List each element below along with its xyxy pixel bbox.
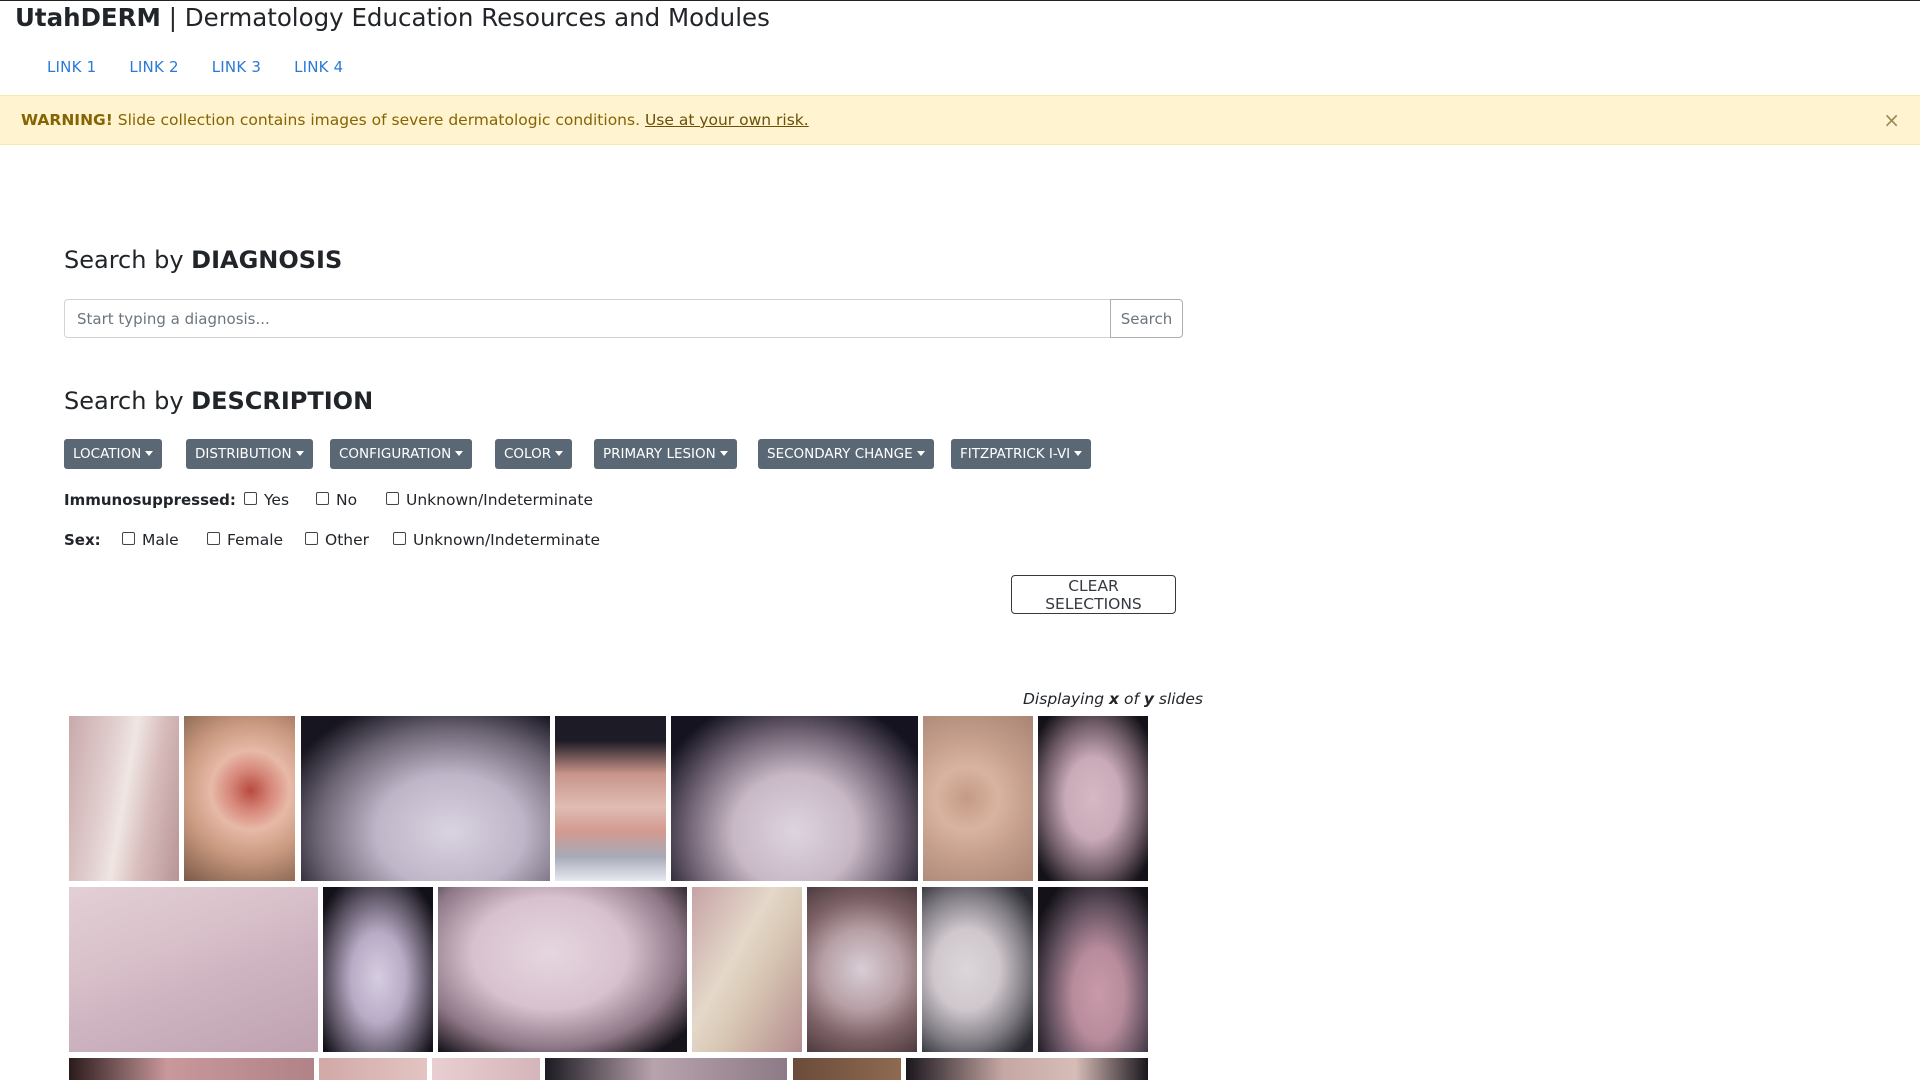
slide-thumbnail[interactable]: [807, 887, 917, 1052]
distribution-label: DISTRIBUTION: [195, 446, 292, 462]
immunosuppressed-unknown-option[interactable]: Unknown/Indeterminate: [386, 489, 593, 511]
top-border: [0, 0, 1920, 1]
sex-unknown-label: Unknown/Indeterminate: [413, 531, 600, 549]
caret-down-icon: [555, 451, 564, 456]
caret-down-icon: [1074, 451, 1083, 456]
slide-thumbnail[interactable]: [69, 716, 179, 881]
slide-count: Displaying x of y slides: [1023, 690, 1203, 708]
sex-other-option[interactable]: Other: [305, 529, 369, 551]
fitzpatrick-label: FITZPATRICK I-VI: [960, 446, 1071, 462]
configuration-label: CONFIGURATION: [339, 446, 452, 462]
location-label: LOCATION: [73, 446, 142, 462]
nav-link-4[interactable]: LINK 4: [294, 57, 343, 77]
sex-female-checkbox[interactable]: [207, 531, 220, 545]
distribution-dropdown[interactable]: DISTRIBUTION: [186, 439, 313, 469]
description-heading-prefix: Search by: [64, 387, 192, 415]
slide-thumbnail[interactable]: [438, 887, 687, 1052]
sex-male-option[interactable]: Male: [122, 529, 179, 551]
description-heading-bold: DESCRIPTION: [191, 387, 374, 415]
caret-down-icon: [295, 451, 304, 456]
caret-down-icon: [455, 451, 464, 456]
site-subtitle: Dermatology Education Resources and Modu…: [184, 3, 770, 32]
slide-count-y: y: [1143, 690, 1154, 708]
slide-thumbnail[interactable]: [69, 887, 318, 1052]
color-dropdown[interactable]: COLOR: [495, 439, 573, 469]
main-nav: LINK 1 LINK 2 LINK 3 LINK 4: [47, 57, 376, 77]
sex-other-checkbox[interactable]: [305, 531, 318, 545]
immunosuppressed-yes-checkbox[interactable]: [244, 491, 257, 505]
secondary-change-label: SECONDARY CHANGE: [767, 446, 913, 462]
site-header: UtahDERM | Dermatology Education Resourc…: [15, 2, 770, 34]
immunosuppressed-label: Immunosuppressed:: [64, 491, 236, 509]
diagnosis-search-input[interactable]: [64, 299, 1110, 338]
immunosuppressed-row: Immunosuppressed: Yes No Unknown/Indeter…: [64, 489, 664, 511]
caret-down-icon: [145, 451, 154, 456]
immunosuppressed-yes-label: Yes: [264, 491, 290, 509]
immunosuppressed-yes-option[interactable]: Yes: [244, 489, 289, 511]
warning-alert: WARNING! Slide collection contains image…: [0, 95, 1920, 145]
slide-thumbnail[interactable]: [923, 716, 1033, 881]
nav-link-2[interactable]: LINK 2: [129, 57, 178, 77]
sex-label: Sex:: [64, 531, 101, 549]
immunosuppressed-no-option[interactable]: No: [316, 489, 357, 511]
slide-count-middle: of: [1119, 690, 1144, 708]
slide-thumbnail[interactable]: [1038, 716, 1148, 881]
slide-thumbnail[interactable]: [671, 716, 918, 881]
diagnosis-search-group: Search: [64, 299, 1183, 338]
nav-link-1[interactable]: LINK 1: [47, 57, 96, 77]
sex-unknown-option[interactable]: Unknown/Indeterminate: [393, 529, 600, 551]
header-separator: |: [160, 3, 185, 32]
slide-thumbnail[interactable]: [922, 887, 1033, 1052]
slide-thumbnail[interactable]: [432, 1058, 540, 1080]
fitzpatrick-dropdown[interactable]: FITZPATRICK I-VI: [951, 439, 1092, 469]
slide-thumbnail[interactable]: [692, 887, 802, 1052]
secondary-change-dropdown[interactable]: SECONDARY CHANGE: [758, 439, 934, 469]
description-heading: Search by DESCRIPTION: [64, 387, 373, 415]
warning-label: WARNING!: [21, 111, 113, 129]
sex-unknown-checkbox[interactable]: [393, 531, 406, 545]
sex-row: Sex: Male Female Other Unknown/Indetermi…: [64, 529, 664, 551]
nav-link-3[interactable]: LINK 3: [212, 57, 261, 77]
sex-female-option[interactable]: Female: [207, 529, 283, 551]
slide-thumbnail[interactable]: [184, 716, 295, 881]
slide-thumbnail[interactable]: [1038, 887, 1148, 1052]
diagnosis-heading: Search by DIAGNOSIS: [64, 246, 342, 274]
slide-thumbnail[interactable]: [555, 716, 666, 881]
caret-down-icon: [916, 451, 925, 456]
sex-other-label: Other: [325, 531, 370, 549]
slide-count-prefix: Displaying: [1023, 690, 1110, 708]
slide-thumbnail[interactable]: [906, 1058, 1148, 1080]
slide-thumbnail[interactable]: [301, 716, 550, 881]
immunosuppressed-no-label: No: [336, 491, 358, 509]
slide-thumbnail[interactable]: [323, 887, 433, 1052]
configuration-dropdown[interactable]: CONFIGURATION: [330, 439, 473, 469]
warning-text: Slide collection contains images of seve…: [112, 111, 645, 129]
close-icon[interactable]: ×: [1883, 96, 1900, 144]
slide-count-x: x: [1109, 690, 1120, 708]
risk-link[interactable]: Use at your own risk.: [645, 111, 809, 129]
slide-thumbnail[interactable]: [545, 1058, 787, 1080]
clear-selections-button[interactable]: CLEAR SELECTIONS: [1011, 575, 1176, 614]
sex-male-checkbox[interactable]: [122, 531, 135, 545]
immunosuppressed-unknown-label: Unknown/Indeterminate: [406, 491, 593, 509]
immunosuppressed-no-checkbox[interactable]: [316, 491, 329, 505]
diagnosis-heading-prefix: Search by: [64, 246, 192, 274]
primary-lesion-label: PRIMARY LESION: [603, 446, 716, 462]
location-dropdown[interactable]: LOCATION: [64, 439, 163, 469]
site-brand[interactable]: UtahDERM: [15, 3, 161, 32]
search-button[interactable]: Search: [1110, 299, 1183, 338]
slide-thumbnail[interactable]: [69, 1058, 314, 1080]
sex-female-label: Female: [227, 531, 284, 549]
immunosuppressed-unknown-checkbox[interactable]: [386, 491, 399, 505]
sex-male-label: Male: [142, 531, 179, 549]
primary-lesion-dropdown[interactable]: PRIMARY LESION: [594, 439, 737, 469]
slide-count-suffix: slides: [1153, 690, 1204, 708]
diagnosis-heading-bold: DIAGNOSIS: [191, 246, 343, 274]
slide-thumbnail[interactable]: [793, 1058, 901, 1080]
slide-thumbnail[interactable]: [319, 1058, 427, 1080]
caret-down-icon: [719, 451, 728, 456]
color-label: COLOR: [504, 446, 552, 462]
